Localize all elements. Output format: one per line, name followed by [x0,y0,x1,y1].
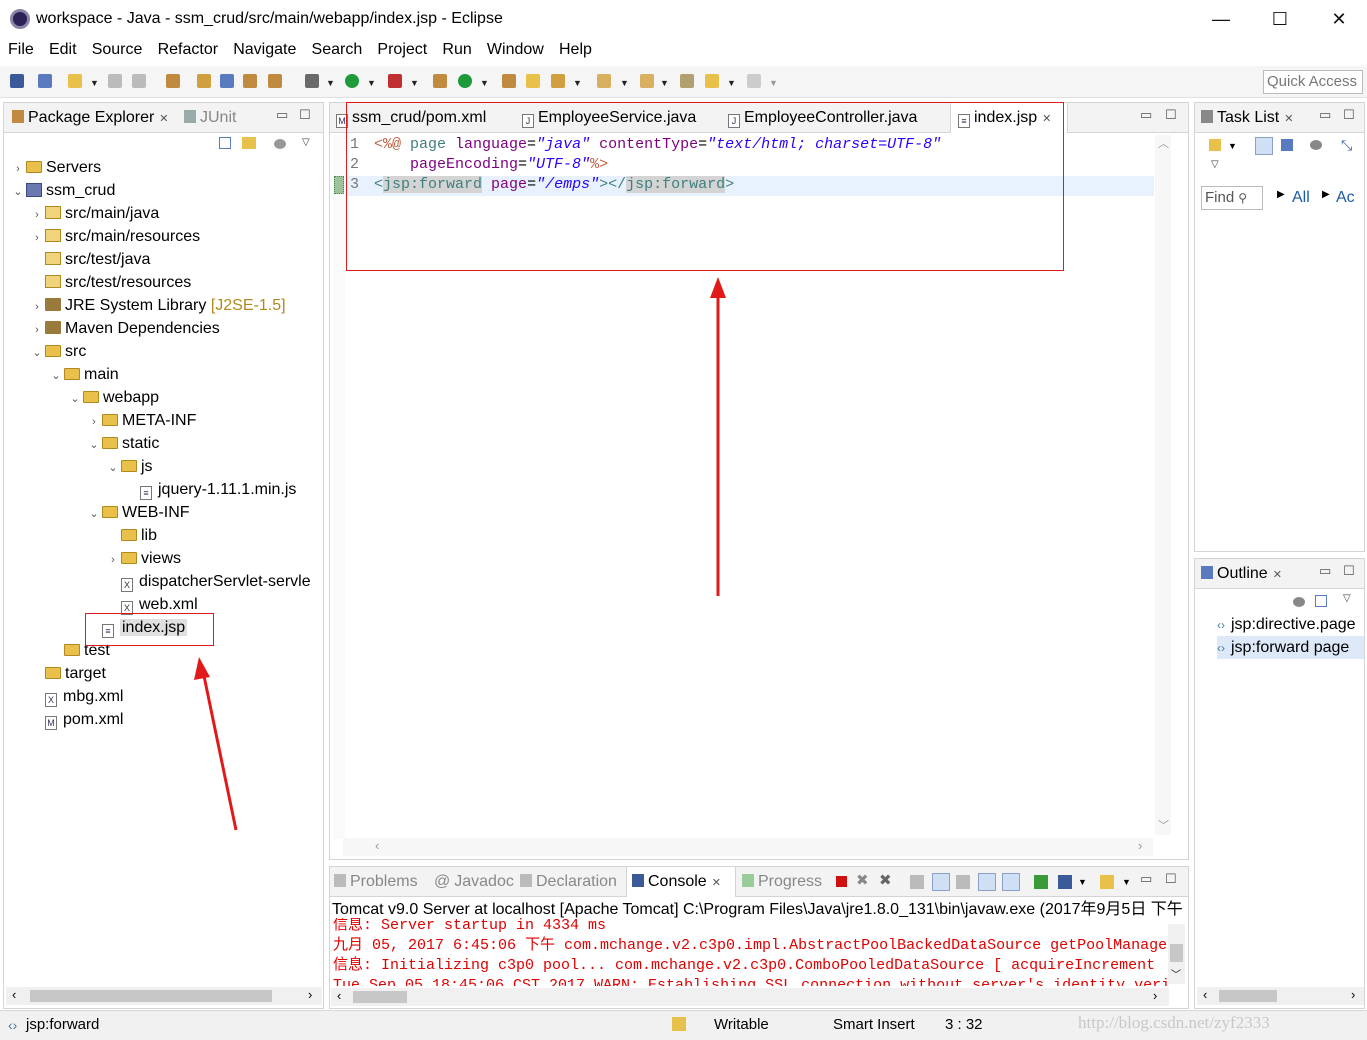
annotation-arrow-head [194,657,210,680]
annotation-arrow-head [710,277,726,298]
annotation-arrow-shaft [202,675,238,831]
annotation-arrows [194,277,726,831]
